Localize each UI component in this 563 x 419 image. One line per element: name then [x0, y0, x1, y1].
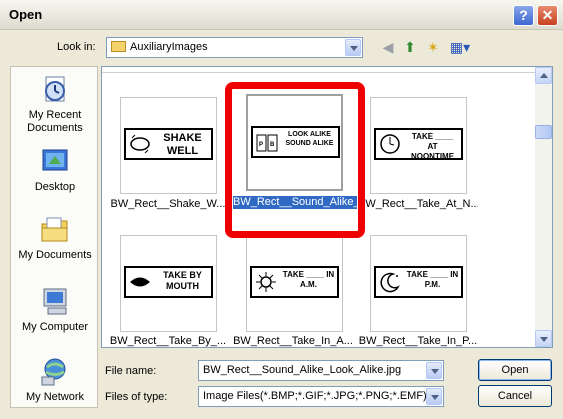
window-title: Open	[9, 7, 43, 22]
file-name-value: BW_Rect__Sound_Alike_Look_Alike.jpg	[203, 364, 402, 376]
look-in-label: Look in:	[57, 41, 96, 53]
image-preview: TAKE ____ IN P.M.	[374, 266, 463, 298]
image-preview: TAKE BY MOUTH	[124, 266, 213, 298]
place-label: My Documents	[18, 249, 92, 261]
file-caption[interactable]: BW_Rect__Take_By_...	[108, 335, 228, 347]
place-label: My Computer	[21, 321, 89, 333]
places-bar: My Recent Documents Desktop My Documents…	[10, 66, 98, 408]
file-thumbnail[interactable]: TAKE ____ IN P.M.	[370, 235, 467, 332]
open-button[interactable]: Open	[478, 359, 552, 381]
place-my-computer[interactable]: My Computer	[11, 287, 99, 334]
moon-icon	[380, 272, 400, 293]
place-label: My Network	[25, 391, 85, 403]
close-button[interactable]: ✕	[537, 5, 558, 26]
place-my-network[interactable]: My Network	[11, 357, 99, 404]
file-caption[interactable]: BW_Rect__Take_In_P...	[358, 335, 478, 347]
place-desktop[interactable]: Desktop	[11, 147, 99, 194]
title-bar: Open ? ✕	[0, 0, 563, 30]
scroll-down-button[interactable]	[535, 330, 552, 347]
my-computer-icon	[38, 287, 72, 317]
file-type-dropdown[interactable]: Image Files(*.BMP;*.GIF;*.JPG;*.PNG;*.EM…	[198, 386, 444, 407]
chevron-down-icon[interactable]	[345, 39, 361, 56]
file-type-value: Image Files(*.BMP;*.GIF;*.JPG;*.PNG;*.EM…	[203, 390, 427, 402]
bottle-icon	[130, 134, 150, 154]
file-caption[interactable]: BW_Rect__Shake_W...	[108, 198, 228, 210]
scroll-up-button[interactable]	[535, 67, 552, 84]
file-caption[interactable]: BW_Rect__Take_In_A...	[233, 335, 353, 347]
my-network-icon	[38, 357, 72, 387]
up-folder-icon[interactable]: ⬆	[401, 38, 419, 56]
image-preview: TAKE ____ IN A.M.	[250, 266, 339, 298]
partially-visible-row	[102, 67, 536, 73]
chevron-down-icon[interactable]	[426, 362, 442, 379]
views-menu-icon[interactable]: ▦▾	[448, 38, 472, 56]
place-label: My Recent Documents	[27, 109, 83, 134]
chevron-down-icon[interactable]	[426, 388, 442, 405]
vertical-scrollbar[interactable]	[535, 67, 552, 347]
place-label: Desktop	[34, 181, 76, 193]
place-my-documents[interactable]: My Documents	[11, 215, 99, 262]
folder-icon	[111, 41, 126, 52]
recent-documents-icon	[38, 75, 72, 105]
cancel-button[interactable]: Cancel	[478, 385, 552, 407]
file-thumbnail[interactable]: TAKE ____ AT NOONTIME	[370, 97, 467, 194]
image-preview: SHAKE WELL	[124, 128, 213, 160]
file-caption[interactable]: BW_Rect__Take_At_N...	[358, 198, 478, 210]
new-folder-icon[interactable]: ✶	[424, 38, 442, 56]
file-name-label: File name:	[105, 365, 157, 377]
help-button[interactable]: ?	[513, 5, 534, 26]
look-in-value: AuxiliaryImages	[130, 41, 208, 53]
my-documents-icon	[38, 215, 72, 245]
image-preview: TAKE ____ AT NOONTIME	[374, 128, 463, 161]
place-my-recent-documents[interactable]: My Recent Documents	[11, 75, 99, 135]
mouth-icon	[130, 277, 150, 287]
highlight-box	[225, 82, 365, 238]
look-in-dropdown[interactable]: AuxiliaryImages	[106, 37, 363, 58]
scroll-thumb[interactable]	[535, 125, 552, 139]
desktop-icon	[38, 147, 72, 177]
file-type-label: Files of type:	[105, 391, 168, 403]
file-name-input[interactable]: BW_Rect__Sound_Alike_Look_Alike.jpg	[198, 360, 444, 381]
sun-icon	[256, 272, 276, 292]
file-thumbnail[interactable]: TAKE BY MOUTH	[120, 235, 217, 332]
file-thumbnail[interactable]: TAKE ____ IN A.M.	[246, 235, 343, 332]
back-icon[interactable]: ◀	[379, 38, 397, 56]
file-thumbnail[interactable]: SHAKE WELL	[120, 97, 217, 194]
clock-icon	[380, 134, 400, 154]
